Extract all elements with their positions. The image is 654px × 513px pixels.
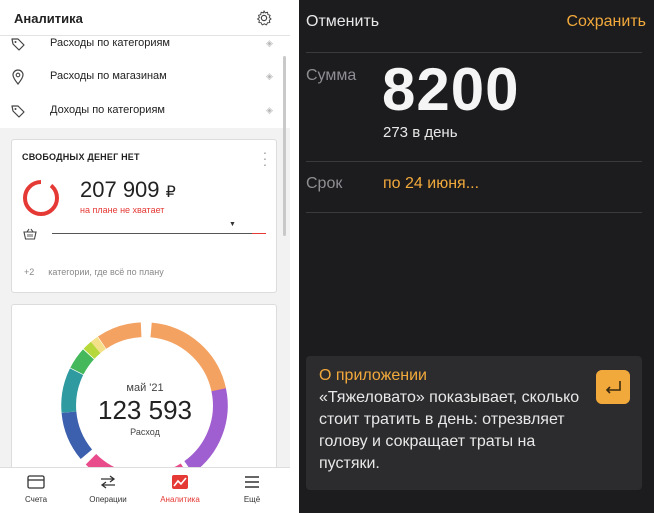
chevron-icon: ◈ bbox=[266, 38, 273, 48]
shortage-note: на плане не хватает bbox=[80, 205, 165, 215]
tab-more[interactable]: Ещё bbox=[216, 468, 288, 513]
analytics-menu: Расходы по категориям ◈ Расходы по магаз… bbox=[0, 36, 290, 128]
about-app-card: О приложении «Тяжеловато» показывает, ск… bbox=[306, 356, 642, 490]
analytics-screen: Аналитика Расходы по категориям ◈ Расход… bbox=[0, 0, 290, 513]
tab-analytics[interactable]: Аналитика bbox=[144, 468, 216, 513]
transfer-arrows-icon bbox=[100, 475, 116, 489]
chart-total-label: Расход bbox=[130, 427, 160, 437]
term-picker[interactable]: по 24 июня... bbox=[383, 175, 479, 193]
free-money-card[interactable]: СВОБОДНЫХ ДЕНЕГ НЕТ · · · 207 909 ₽ на пла… bbox=[11, 139, 277, 293]
tab-label: Ещё bbox=[243, 495, 261, 504]
divider bbox=[306, 52, 642, 53]
basket-icon bbox=[23, 228, 37, 240]
budget-edit-screen: Отменить Сохранить Сумма 8200 273 в день… bbox=[299, 0, 654, 513]
chart-month: май '21 bbox=[126, 382, 164, 394]
card-title: СВОБОДНЫХ ДЕНЕГ НЕТ bbox=[22, 152, 140, 162]
plan-progress-track bbox=[52, 233, 252, 234]
bottom-tab-bar: Счета Операции Аналитика Ещё bbox=[0, 467, 290, 513]
menu-item-income-by-category[interactable]: Доходы по категориям ◈ bbox=[0, 98, 290, 128]
menu-icon bbox=[245, 476, 259, 488]
tag-icon bbox=[11, 38, 25, 51]
save-button[interactable]: Сохранить bbox=[566, 13, 646, 31]
plan-marker-icon: ▼ bbox=[229, 221, 236, 228]
menu-item-label: Расходы по магазинам bbox=[50, 70, 167, 82]
gear-icon[interactable] bbox=[255, 9, 273, 27]
return-icon[interactable] bbox=[596, 370, 630, 404]
divider bbox=[306, 212, 642, 213]
divider bbox=[306, 161, 642, 162]
per-day-amount: 273 в день bbox=[383, 124, 458, 141]
cancel-button[interactable]: Отменить bbox=[306, 13, 379, 31]
location-pin-icon bbox=[12, 69, 24, 85]
more-options-icon[interactable]: · · · bbox=[262, 145, 268, 171]
tab-accounts[interactable]: Счета bbox=[0, 468, 72, 513]
menu-item-label: Доходы по категориям bbox=[50, 104, 165, 116]
tag-icon bbox=[11, 105, 25, 118]
page-title: Аналитика bbox=[14, 11, 83, 26]
plan-overrun-track bbox=[252, 233, 266, 234]
tab-label: Счета bbox=[24, 495, 48, 504]
chevron-icon: ◈ bbox=[266, 71, 273, 81]
tab-operations[interactable]: Операции bbox=[72, 468, 144, 513]
wallet-icon bbox=[27, 475, 45, 489]
chevron-icon: ◈ bbox=[266, 105, 273, 115]
menu-item-label: Расходы по категориям bbox=[50, 37, 170, 49]
analytics-chart-icon bbox=[172, 475, 188, 489]
sum-label: Сумма bbox=[306, 67, 357, 84]
term-label: Срок bbox=[306, 175, 343, 192]
progress-ring bbox=[23, 179, 59, 216]
menu-item-expenses-by-store[interactable]: Расходы по магазинам ◈ bbox=[0, 64, 290, 94]
about-title: О приложении bbox=[319, 367, 427, 384]
tab-label: Операции bbox=[89, 495, 127, 504]
on-plan-categories[interactable]: +2 категории, где всё по плану bbox=[24, 267, 164, 277]
about-text: «Тяжеловато» показывает, сколько стоит т… bbox=[319, 389, 580, 472]
chart-total-amount: 123 593 bbox=[98, 395, 192, 425]
scrollbar[interactable] bbox=[283, 56, 286, 236]
tab-label: Аналитика bbox=[160, 495, 200, 504]
menu-item-expenses-by-category[interactable]: Расходы по категориям ◈ bbox=[0, 31, 290, 61]
free-money-amount: 207 909 ₽ bbox=[80, 177, 176, 202]
sum-input[interactable]: 8200 bbox=[382, 58, 519, 122]
expense-chart-card[interactable]: май '21 123 593 Расход bbox=[11, 304, 277, 479]
